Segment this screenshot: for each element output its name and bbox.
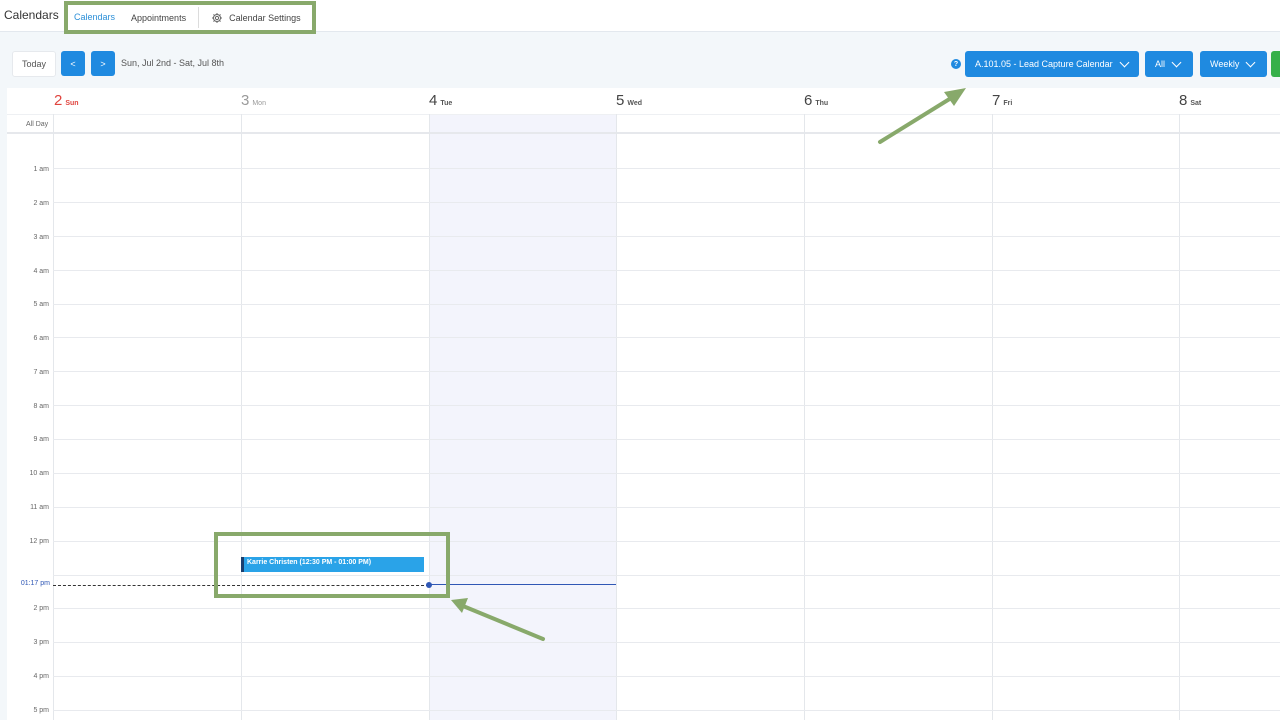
prev-week-button[interactable]: < (61, 51, 85, 76)
day-header-wed[interactable]: 5 Wed (616, 92, 642, 109)
hour-label: 7 am (33, 369, 49, 376)
day-name: Fri (1003, 100, 1013, 107)
tab-calendars[interactable]: Calendars (66, 3, 124, 32)
day-header-row: 2 Sun 3 Mon 4 Tue 5 Wed 6 Thu 7 Fri 8 Sa… (7, 88, 1280, 114)
tab-appointments[interactable]: Appointments (123, 3, 194, 32)
view-value: Weekly (1210, 59, 1240, 69)
all-day-row[interactable]: All Day (7, 114, 1280, 134)
column-divider (241, 114, 242, 720)
hour-label: 9 am (33, 436, 49, 443)
hour-line (53, 541, 1280, 542)
gear-icon (212, 12, 223, 23)
hour-line (53, 575, 1280, 576)
hour-line (53, 676, 1280, 677)
hour-line (53, 507, 1280, 508)
hour-label: 6 am (33, 335, 49, 342)
filter-value: All (1155, 59, 1166, 69)
hour-line (53, 304, 1280, 305)
day-number: 7 (992, 92, 1001, 109)
hour-label: 8 am (33, 403, 49, 410)
tab-bar: Calendars Appointments Calendar Settings (66, 3, 309, 32)
next-week-button[interactable]: > (91, 51, 115, 76)
day-header-fri[interactable]: 7 Fri (992, 92, 1012, 109)
hour-label: 11 am (30, 504, 49, 511)
hour-label: 4 pm (33, 673, 49, 680)
hour-label: 4 am (33, 268, 49, 275)
tab-divider (198, 7, 200, 28)
view-dropdown[interactable]: Weekly (1200, 51, 1267, 77)
chevron-down-icon (1245, 57, 1256, 67)
top-bar: Calendars Calendars Appointments Calenda… (0, 0, 1280, 32)
calendar-toolbar: Today < > Sun, Jul 2nd - Sat, Jul 8th ? … (0, 44, 1280, 84)
day-number: 2 (54, 92, 63, 109)
current-time-dot (426, 582, 432, 588)
appointment-event[interactable]: Karrie Christen (12:30 PM - 01:00 PM) (241, 557, 424, 572)
day-number: 8 (1179, 92, 1188, 109)
calendar-select-dropdown[interactable]: A.101.05 - Lead Capture Calendar (965, 51, 1139, 77)
hour-line (53, 473, 1280, 474)
hour-line (53, 642, 1280, 643)
column-divider (804, 114, 805, 720)
current-time-line (429, 584, 616, 585)
hour-line (53, 236, 1280, 237)
day-header-tue[interactable]: 4 Tue (429, 92, 452, 109)
hour-label: 5 pm (33, 707, 49, 714)
hour-label: 3 am (33, 234, 49, 241)
current-time-label: 01:17 pm (20, 580, 50, 587)
day-name: Mon (252, 100, 266, 107)
column-divider (53, 114, 54, 720)
hour-line (53, 608, 1280, 609)
help-icon[interactable]: ? (951, 59, 961, 69)
new-appointment-button[interactable] (1271, 51, 1280, 77)
day-name: Sat (1190, 100, 1202, 107)
day-header-sun[interactable]: 2 Sun (54, 92, 79, 109)
day-name: Wed (627, 100, 642, 107)
hour-line (53, 337, 1280, 338)
hour-line (53, 371, 1280, 372)
hour-line (53, 405, 1280, 406)
column-divider (616, 114, 617, 720)
hour-label: 10 am (29, 470, 49, 477)
filter-dropdown[interactable]: All (1145, 51, 1193, 77)
day-number: 4 (429, 92, 438, 109)
column-divider (1179, 114, 1180, 720)
day-header-mon[interactable]: 3 Mon (241, 92, 266, 109)
column-divider (992, 114, 993, 720)
hour-line (53, 270, 1280, 271)
day-number: 3 (241, 92, 250, 109)
hour-line (53, 202, 1280, 203)
day-header-thu[interactable]: 6 Thu (804, 92, 828, 109)
date-range-label: Sun, Jul 2nd - Sat, Jul 8th (121, 58, 225, 68)
hour-label: 2 pm (33, 605, 49, 612)
hour-line (53, 168, 1280, 169)
chevron-down-icon (1119, 57, 1130, 67)
chevron-down-icon (1171, 57, 1182, 67)
current-time-line-past (53, 585, 429, 586)
calendar-select-value: A.101.05 - Lead Capture Calendar (975, 59, 1113, 69)
tab-calendar-settings-label: Calendar Settings (229, 12, 301, 23)
day-number: 6 (804, 92, 813, 109)
today-button[interactable]: Today (12, 51, 56, 77)
tab-calendar-settings[interactable]: Calendar Settings (203, 3, 309, 32)
hour-line (53, 710, 1280, 711)
day-name: Thu (815, 100, 829, 107)
hour-label: 3 pm (33, 639, 49, 646)
hour-line (53, 439, 1280, 440)
day-number: 5 (616, 92, 625, 109)
week-calendar: 2 Sun 3 Mon 4 Tue 5 Wed 6 Thu 7 Fri 8 Sa… (7, 88, 1280, 720)
all-day-label: All Day (26, 121, 49, 128)
day-name: Tue (440, 100, 453, 107)
column-divider (429, 114, 430, 720)
today-column-highlight (429, 114, 616, 720)
app-title: Calendars (4, 8, 59, 22)
day-header-sat[interactable]: 8 Sat (1179, 92, 1201, 109)
hour-label: 1 am (33, 166, 49, 173)
hour-label: 2 am (33, 200, 49, 207)
hour-label: 12 pm (29, 538, 49, 545)
day-name: Sun (65, 100, 79, 107)
hour-label: 5 am (33, 301, 49, 308)
